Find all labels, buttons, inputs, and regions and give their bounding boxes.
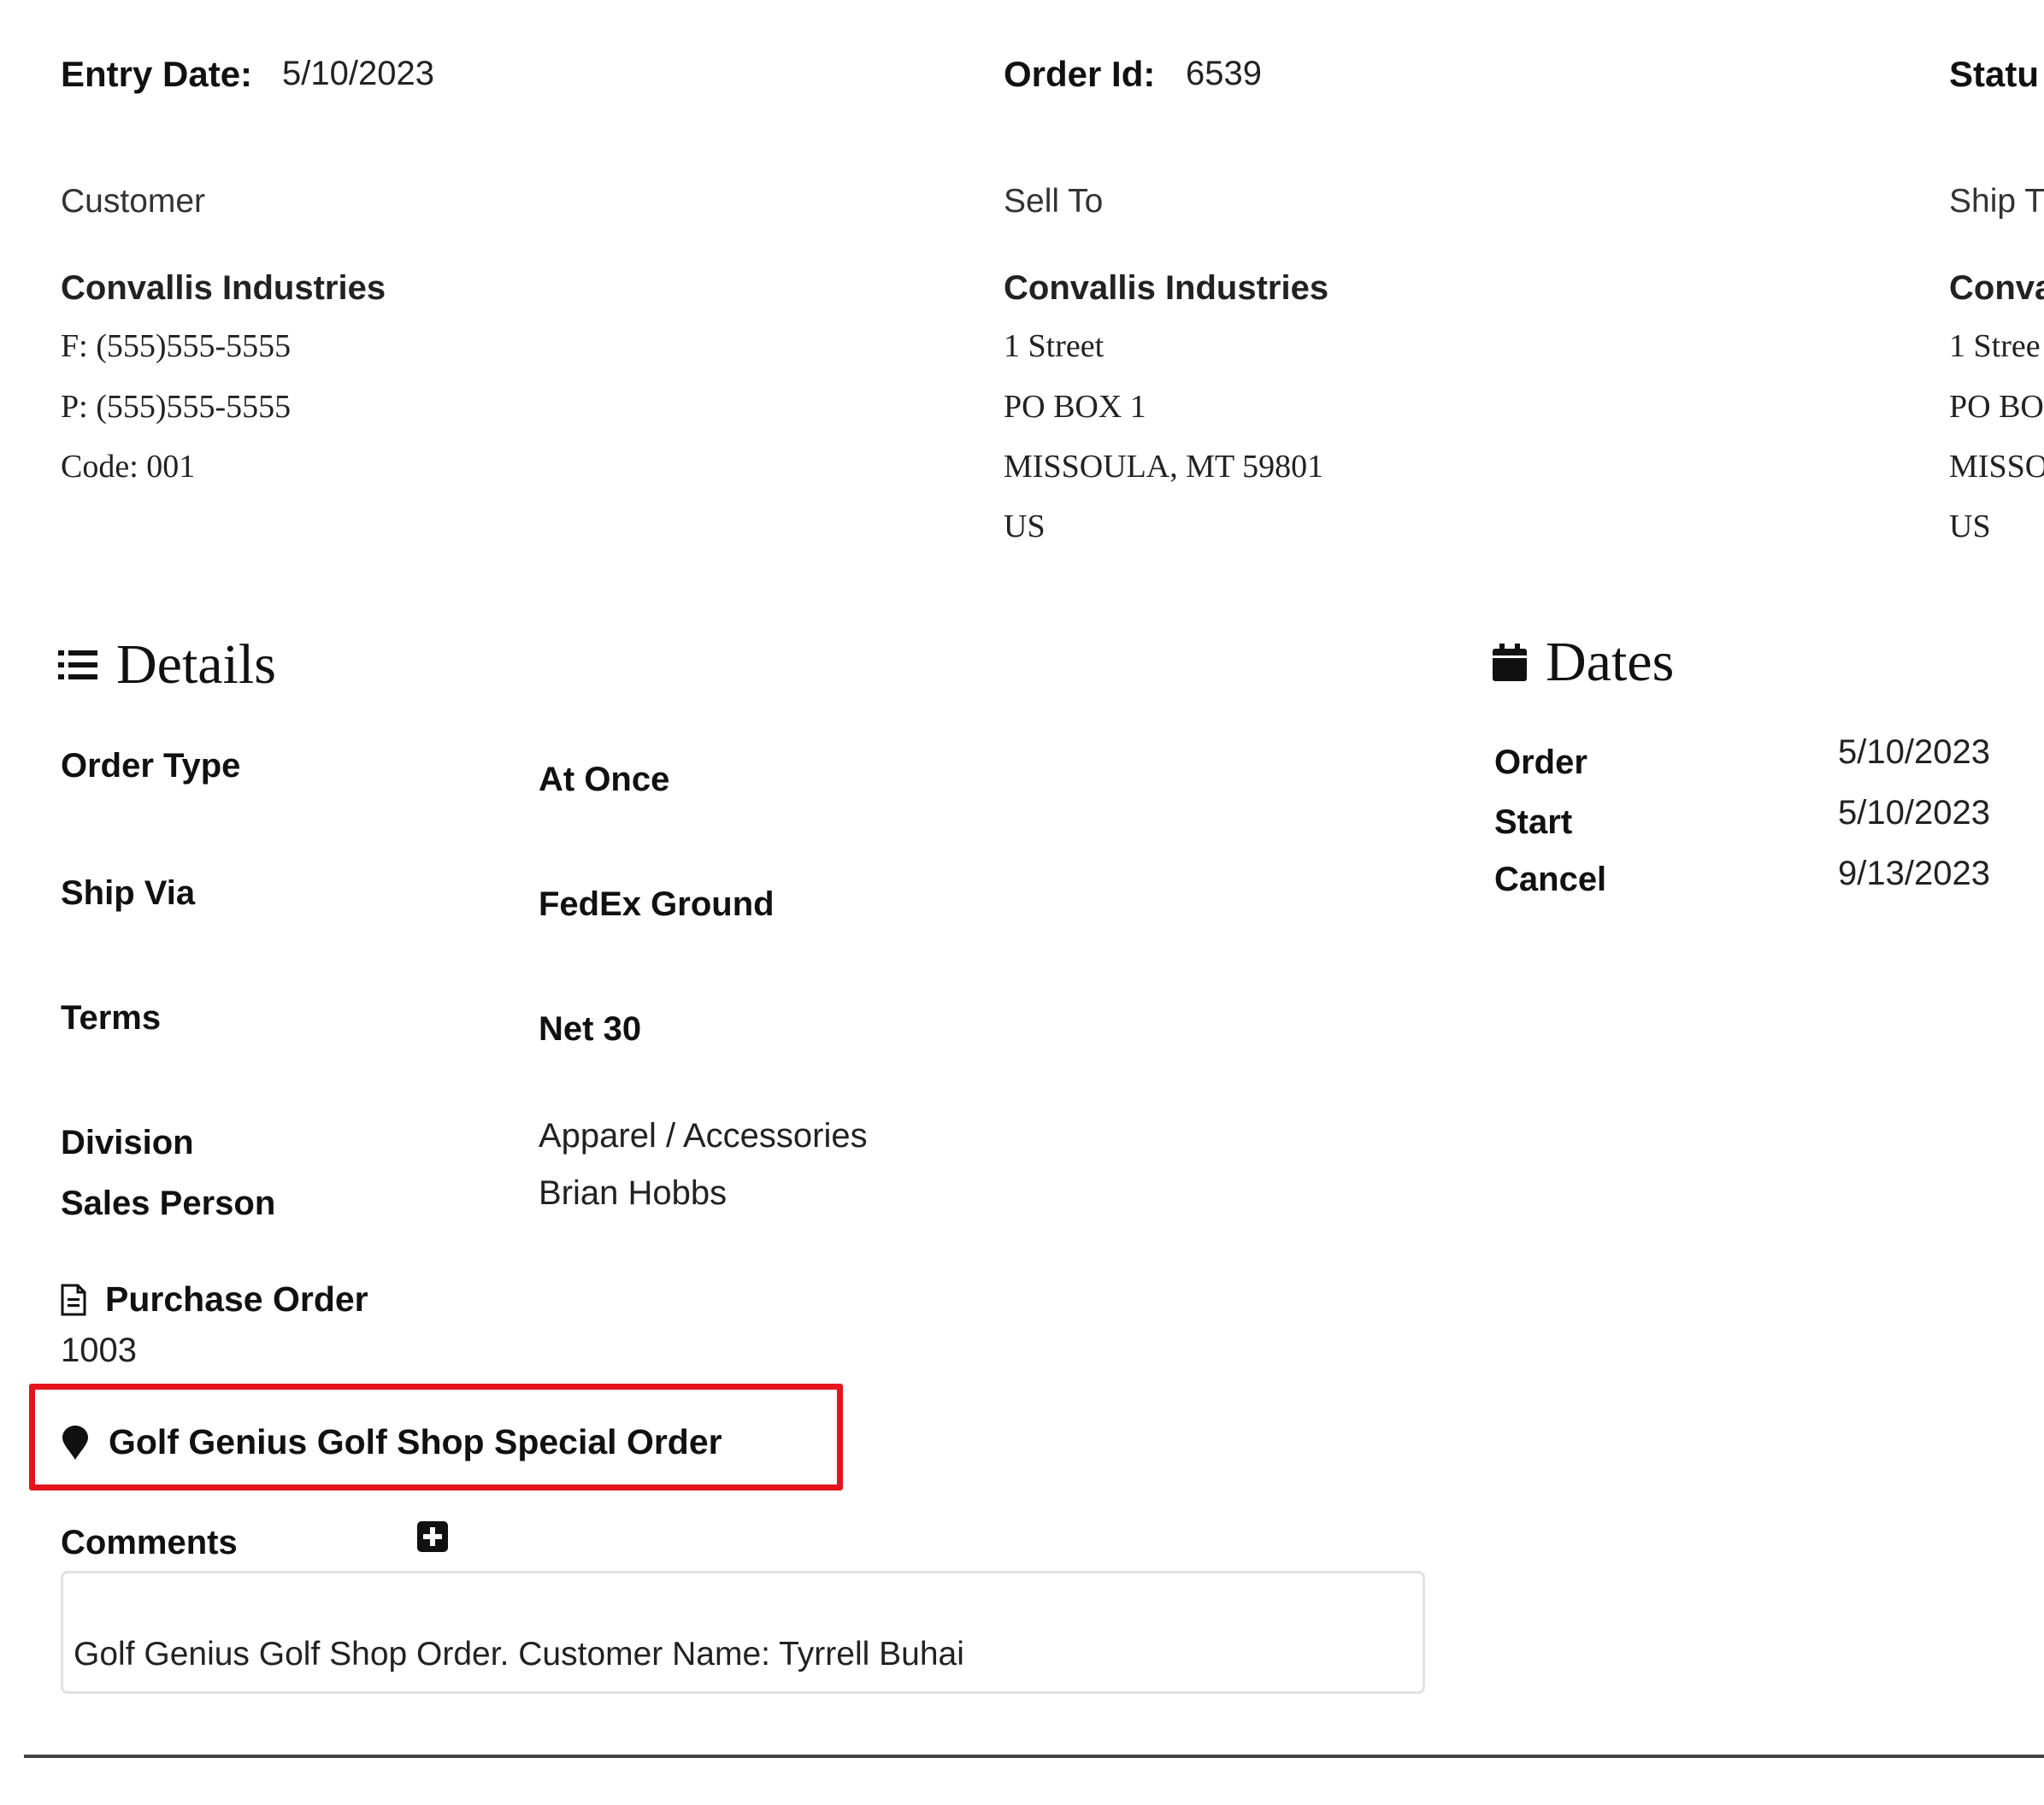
customer-code: Code: 001 <box>61 449 196 485</box>
date-start-value: 5/10/2023 <box>1838 794 1990 832</box>
sales-person-label: Sales Person <box>61 1185 276 1222</box>
sell-to-line3: MISSOULA, MT 59801 <box>1004 449 1324 485</box>
sell-to-line1: 1 Street <box>1004 328 1104 364</box>
terms-label: Terms <box>61 999 162 1037</box>
special-order: Golf Genius Golf Shop Special Order <box>61 1422 722 1462</box>
order-id-value: 6539 <box>1186 55 1262 92</box>
dates-section-title: Dates <box>1493 630 1674 695</box>
ship-to-line1: 1 Stree <box>1949 328 2041 364</box>
entry-date-label: Entry Date: <box>61 54 253 94</box>
sell-to-title: Sell To <box>1004 183 1104 220</box>
customer-fax: F: (555)555-5555 <box>61 328 292 364</box>
ship-to-name: Conva <box>1949 269 2044 307</box>
calendar-icon <box>1493 644 1527 681</box>
details-title-text: Details <box>116 633 276 696</box>
dates-title-text: Dates <box>1546 631 1675 693</box>
customer-phone: P: (555)555-5555 <box>61 389 292 425</box>
division-label: Division <box>61 1124 194 1161</box>
entry-date-value: 5/10/2023 <box>282 55 434 92</box>
purchase-order-title-text: Purchase Order <box>105 1279 368 1319</box>
customer-title: Customer <box>61 183 206 220</box>
map-marker-icon <box>61 1425 90 1460</box>
bottom-divider <box>24 1755 2044 1758</box>
ship-via-label: Ship Via <box>61 874 196 912</box>
plus-square-icon[interactable] <box>417 1521 448 1552</box>
special-order-label: Golf Genius Golf Shop Special Order <box>109 1422 722 1461</box>
terms-value: Net 30 <box>539 1010 642 1048</box>
details-section-title: Details <box>58 632 276 697</box>
date-order-label: Order <box>1494 744 1587 781</box>
order-type-value: At Once <box>539 761 670 798</box>
sell-to-line4: US <box>1004 509 1046 544</box>
customer-name: Convallis Industries <box>61 269 386 307</box>
division-value: Apparel / Accessories <box>539 1117 868 1155</box>
purchase-order-value: 1003 <box>61 1332 137 1369</box>
date-cancel-label: Cancel <box>1494 861 1607 898</box>
date-start-label: Start <box>1494 803 1573 841</box>
sales-person-value: Brian Hobbs <box>539 1174 727 1212</box>
ship-to-line4: US <box>1949 509 1991 544</box>
comments-box[interactable] <box>61 1571 1425 1694</box>
purchase-order-title: Purchase Order <box>61 1279 368 1320</box>
comment-text: Golf Genius Golf Shop Order. Customer Na… <box>74 1636 964 1673</box>
ship-to-title: Ship T <box>1949 183 2044 220</box>
order-id-label: Order Id: <box>1004 54 1156 94</box>
ship-to-line2: PO BO <box>1949 389 2044 425</box>
order-type-label: Order Type <box>61 747 241 785</box>
list-icon <box>58 648 97 682</box>
date-order-value: 5/10/2023 <box>1838 733 1990 771</box>
comments-label: Comments <box>61 1524 238 1561</box>
date-cancel-value: 9/13/2023 <box>1838 855 1990 892</box>
document-icon <box>61 1284 86 1316</box>
ship-via-value: FedEx Ground <box>539 885 775 923</box>
sell-to-name: Convallis Industries <box>1004 269 1329 307</box>
status-label: Statu <box>1949 54 2039 94</box>
ship-to-line3: MISSO <box>1949 449 2044 485</box>
sell-to-line2: PO BOX 1 <box>1004 389 1146 425</box>
